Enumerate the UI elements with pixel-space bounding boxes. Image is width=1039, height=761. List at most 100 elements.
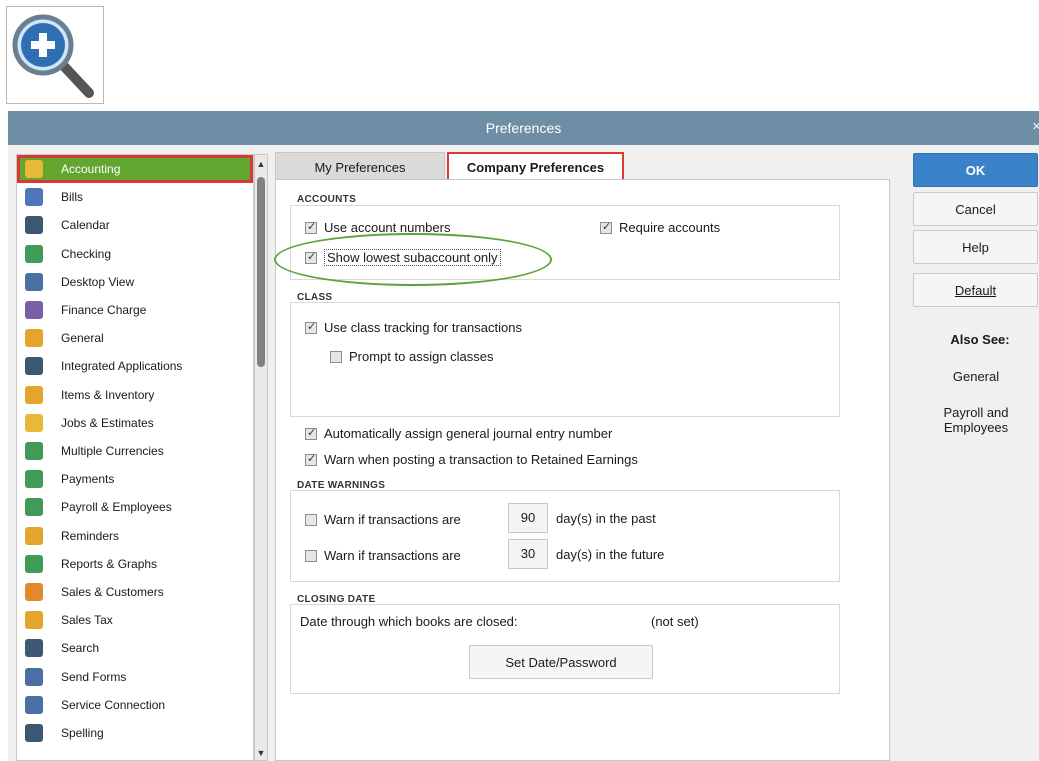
sidebar-item-label: Accounting bbox=[61, 162, 121, 176]
sidebar-item-label: General bbox=[61, 331, 104, 346]
sidebar-item[interactable]: Desktop View bbox=[17, 268, 253, 296]
sidebar-item[interactable]: Search bbox=[17, 634, 253, 662]
checkbox-unchecked-icon bbox=[305, 549, 317, 562]
closing-date-text: Date through which books are closed: bbox=[300, 614, 518, 629]
ok-button[interactable]: OK bbox=[913, 153, 1038, 187]
sidebar-item[interactable]: Finance Charge bbox=[17, 296, 253, 324]
sidebar-item[interactable]: Checking bbox=[17, 240, 253, 268]
warn-retained-earnings-checkbox[interactable]: Warn when posting a transaction to Retai… bbox=[305, 452, 638, 467]
sidebar-item[interactable]: Multiple Currencies bbox=[17, 437, 253, 465]
tab-my-preferences[interactable]: My Preferences bbox=[275, 152, 445, 182]
sidebar-item[interactable]: Bills bbox=[17, 183, 253, 211]
sidebar-item[interactable]: Payroll & Employees bbox=[17, 493, 253, 521]
integrated-apps-icon bbox=[25, 357, 43, 376]
sidebar-item-label: Checking bbox=[61, 246, 112, 261]
warn-future-label: Warn if transactions are bbox=[324, 548, 461, 563]
cancel-button[interactable]: Cancel bbox=[913, 192, 1038, 226]
prompt-assign-classes-checkbox[interactable]: Prompt to assign classes bbox=[330, 349, 494, 364]
scroll-down-icon[interactable]: ▼ bbox=[255, 746, 267, 760]
warn-past-checkbox[interactable]: Warn if transactions are bbox=[305, 512, 461, 527]
help-button[interactable]: Help bbox=[913, 230, 1038, 264]
sidebar-item-label: Bills bbox=[61, 190, 84, 205]
sidebar-item-label: Items & Inventory bbox=[61, 387, 155, 402]
pencil-ledger-icon bbox=[25, 160, 43, 178]
close-icon[interactable]: × bbox=[1032, 118, 1039, 135]
scroll-up-icon[interactable]: ▲ bbox=[255, 157, 267, 171]
sidebar-item[interactable]: Service Connection bbox=[17, 691, 253, 719]
checkbox-checked-icon bbox=[305, 320, 317, 334]
sidebar-item-label: Spelling bbox=[61, 726, 104, 740]
calendar-icon bbox=[25, 216, 43, 235]
payments-icon bbox=[25, 470, 43, 489]
sidebar-item-label: Desktop View bbox=[61, 274, 135, 289]
zoom-in-icon[interactable] bbox=[6, 6, 104, 104]
sidebar-item-label: Sales Tax bbox=[61, 613, 113, 628]
checkbox-unchecked-icon bbox=[305, 513, 317, 526]
require-accounts-checkbox[interactable]: Require accounts bbox=[600, 220, 720, 235]
preferences-category-list[interactable]: Accounting Bills Calendar Checking Desktop V… bbox=[16, 154, 254, 761]
use-class-tracking-label: Use class tracking for transactions bbox=[324, 320, 522, 335]
scroll-thumb[interactable] bbox=[257, 177, 265, 367]
currencies-icon bbox=[25, 442, 43, 460]
sidebar-item-label: Reminders bbox=[61, 528, 120, 543]
tab-my-preferences-label: My Preferences bbox=[314, 160, 406, 175]
use-class-tracking-checkbox[interactable]: Use class tracking for transactions bbox=[305, 320, 522, 335]
sidebar-item[interactable]: Reminders bbox=[17, 522, 253, 550]
future-days-input[interactable]: 30 bbox=[508, 539, 548, 569]
sales-tax-icon bbox=[25, 611, 43, 630]
window-title: Preferences bbox=[485, 120, 562, 136]
sidebar-item[interactable]: Integrated Applications bbox=[17, 352, 253, 380]
jobs-estimates-icon bbox=[25, 413, 43, 432]
sidebar-item[interactable]: General bbox=[17, 324, 253, 352]
sidebar-item[interactable]: Reports & Graphs bbox=[17, 550, 253, 578]
search-icon bbox=[25, 639, 43, 658]
sidebar-item-label: Send Forms bbox=[61, 669, 127, 684]
general-icon bbox=[25, 329, 43, 348]
default-button[interactable]: Default bbox=[913, 273, 1038, 307]
also-see-title: Also See: bbox=[950, 332, 1010, 347]
sidebar-item-label: Payments bbox=[61, 472, 115, 487]
sidebar-item[interactable]: Jobs & Estimates bbox=[17, 409, 253, 437]
checking-icon bbox=[25, 244, 43, 263]
sidebar-scrollbar[interactable]: ▲ ▼ bbox=[254, 154, 268, 761]
sidebar-item-label: Search bbox=[61, 641, 100, 656]
sidebar-item[interactable]: Items & Inventory bbox=[17, 381, 253, 409]
finance-charge-icon bbox=[25, 301, 43, 319]
auto-journal-number-checkbox[interactable]: Automatically assign general journal ent… bbox=[305, 426, 612, 441]
date-warnings-group bbox=[290, 490, 840, 582]
sidebar-item-label: Sales & Customers bbox=[61, 585, 164, 599]
spelling-icon bbox=[25, 724, 43, 742]
also-see-general-link[interactable]: General bbox=[916, 369, 1036, 384]
accounts-section-label: ACCOUNTS bbox=[297, 194, 357, 205]
warn-future-checkbox[interactable]: Warn if transactions are bbox=[305, 548, 461, 563]
sidebar-item-label: Integrated Applications bbox=[61, 359, 183, 374]
tab-company-preferences-label: Company Preferences bbox=[466, 159, 605, 175]
also-see-payroll-link[interactable]: Payroll and Employees bbox=[916, 405, 1036, 435]
tab-company-preferences[interactable]: Company Preferences bbox=[447, 152, 624, 182]
sidebar-item[interactable]: Send Forms bbox=[17, 663, 253, 691]
past-days-input[interactable]: 90 bbox=[508, 503, 548, 533]
sidebar-item[interactable]: Sales Tax bbox=[17, 606, 253, 634]
checkbox-checked-icon bbox=[305, 220, 317, 234]
sidebar-item[interactable]: Payments bbox=[17, 465, 253, 493]
sidebar-item[interactable]: Spelling bbox=[17, 719, 253, 747]
sidebar-item-label: Finance Charge bbox=[61, 303, 147, 317]
closing-date-value: (not set) bbox=[651, 614, 699, 629]
reminders-icon bbox=[25, 526, 43, 545]
desktop-view-icon bbox=[25, 272, 43, 291]
warn-past-label: Warn if transactions are bbox=[324, 512, 461, 527]
auto-journal-number-label: Automatically assign general journal ent… bbox=[324, 426, 613, 441]
sidebar-item-label: Calendar bbox=[61, 218, 110, 233]
items-inventory-icon bbox=[25, 385, 43, 404]
future-days-suffix: day(s) in the future bbox=[556, 547, 665, 562]
reports-graphs-icon bbox=[25, 554, 43, 573]
set-date-password-button[interactable]: Set Date/Password bbox=[469, 645, 653, 679]
sidebar-item[interactable]: Calendar bbox=[17, 211, 253, 239]
default-button-label: Default bbox=[954, 282, 997, 298]
sidebar-item[interactable]: Accounting bbox=[17, 155, 253, 183]
sidebar-item-label: Jobs & Estimates bbox=[61, 415, 154, 430]
service-connection-icon bbox=[25, 695, 43, 714]
title-bar: Preferences × bbox=[8, 111, 1039, 145]
sidebar-item[interactable]: Sales & Customers bbox=[17, 578, 253, 606]
payroll-icon bbox=[25, 498, 43, 517]
